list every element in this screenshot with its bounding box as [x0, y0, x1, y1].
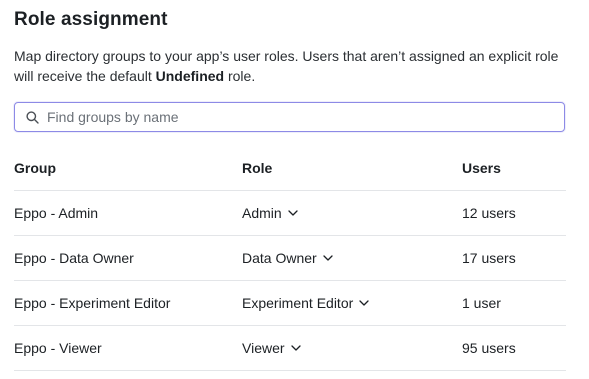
- description-text-end: role.: [224, 68, 256, 84]
- column-header-users: Users: [462, 160, 501, 176]
- role-value: Admin: [242, 205, 282, 221]
- column-header-group: Group: [14, 160, 56, 176]
- description-text: Map directory groups to your app’s user …: [14, 48, 559, 84]
- role-dropdown[interactable]: Experiment Editor: [242, 281, 369, 325]
- group-name: Eppo - Data Owner: [14, 250, 134, 266]
- group-name: Eppo - Viewer: [14, 340, 102, 356]
- table-row: Eppo - Admin Admin 12 users: [14, 191, 566, 236]
- chevron-down-icon: [359, 300, 369, 306]
- search-input[interactable]: [47, 104, 564, 130]
- description: Map directory groups to your app’s user …: [14, 46, 574, 86]
- groups-table: Group Role Users Eppo - Admin Admin 12 u…: [14, 146, 566, 371]
- table-row: Eppo - Data Owner Data Owner 17 users: [14, 236, 566, 281]
- search-box[interactable]: [14, 102, 565, 132]
- table-header: Group Role Users: [14, 146, 566, 191]
- chevron-down-icon: [323, 255, 333, 261]
- page-title: Role assignment: [14, 9, 168, 30]
- search-icon: [25, 110, 39, 124]
- column-header-role: Role: [242, 160, 273, 176]
- user-count: 95 users: [462, 340, 516, 356]
- table-row: Eppo - Viewer Viewer 95 users: [14, 326, 566, 371]
- default-role-name: Undefined: [155, 68, 225, 84]
- role-assignment-panel: Role assignment Map directory groups to …: [0, 0, 589, 379]
- group-name: Eppo - Admin: [14, 205, 99, 221]
- user-count: 1 user: [462, 295, 501, 311]
- role-dropdown[interactable]: Data Owner: [242, 236, 333, 280]
- user-count: 12 users: [462, 205, 516, 221]
- role-value: Data Owner: [242, 250, 317, 266]
- role-value: Experiment Editor: [242, 295, 354, 311]
- role-dropdown[interactable]: Viewer: [242, 326, 301, 370]
- user-count: 17 users: [462, 250, 516, 266]
- role-dropdown[interactable]: Admin: [242, 191, 298, 235]
- group-name: Eppo - Experiment Editor: [14, 295, 171, 311]
- table-row: Eppo - Experiment Editor Experiment Edit…: [14, 281, 566, 326]
- chevron-down-icon: [288, 210, 298, 216]
- role-value: Viewer: [242, 340, 285, 356]
- chevron-down-icon: [290, 345, 301, 351]
